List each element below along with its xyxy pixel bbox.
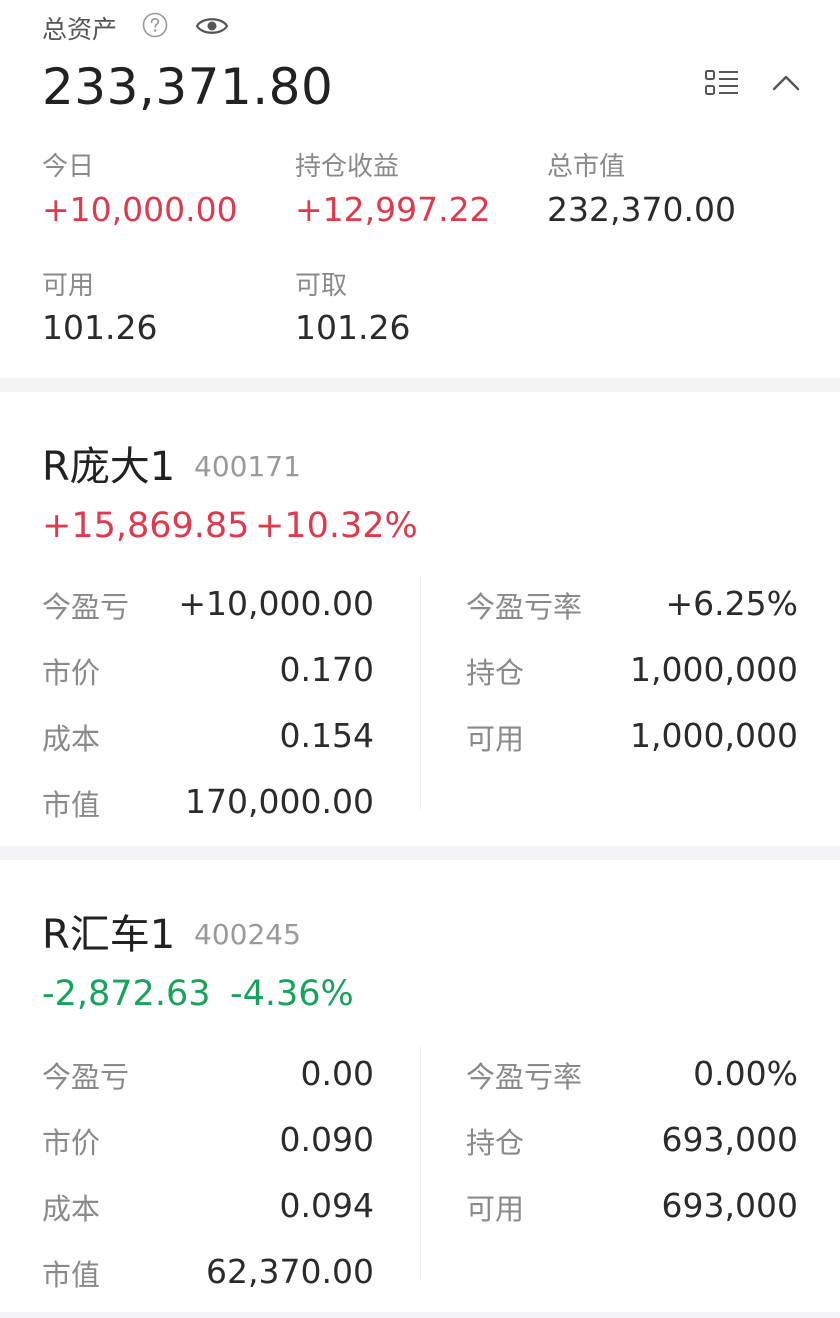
available-qty-label: 可用	[466, 722, 525, 756]
market-value-label: 市值	[42, 1258, 101, 1292]
list-view-icon[interactable]	[704, 68, 740, 98]
asset-summary-panel: 总资产 233,371.80 今日 +10,000.00 持仓收益 +12,99	[0, 0, 840, 378]
price-label: 市价	[42, 656, 101, 690]
change-amount: +15,869.85	[42, 506, 250, 546]
market-value-label: 总市值	[547, 152, 626, 182]
available-qty-label: 可用	[466, 1192, 525, 1226]
today-pl-value: +10,000.00	[178, 584, 374, 623]
price-value: 0.170	[279, 650, 374, 689]
withdrawable-label: 可取	[295, 271, 348, 301]
price-value: 0.090	[279, 1120, 374, 1159]
column-divider	[420, 1046, 421, 1280]
holding-value: 693,000	[661, 1120, 798, 1159]
today-pl-rate-value: +6.25%	[665, 584, 798, 623]
cost-label: 成本	[42, 722, 101, 756]
available-qty-value: 693,000	[661, 1186, 798, 1225]
holding-label: 持仓	[466, 656, 525, 690]
today-pl-label: 今盈亏	[42, 590, 130, 624]
cost-label: 成本	[42, 1192, 101, 1226]
market-value-value: 232,370.00	[547, 190, 736, 229]
cost-value: 0.154	[279, 716, 374, 755]
market-value-value: 170,000.00	[185, 782, 374, 821]
holding-value: 1,000,000	[630, 650, 798, 689]
column-divider	[420, 576, 421, 810]
chevron-up-icon[interactable]	[770, 70, 802, 96]
today-pl-rate-label: 今盈亏率	[466, 1060, 583, 1094]
question-circle-icon[interactable]	[142, 12, 168, 38]
stock-name: R庞大1	[42, 444, 176, 490]
stock-code: 400245	[194, 918, 301, 951]
available-value: 101.26	[42, 308, 158, 347]
today-label: 今日	[42, 152, 95, 182]
total-assets-value: 233,371.80	[42, 58, 334, 116]
eye-icon[interactable]	[195, 12, 229, 40]
today-pl-rate-label: 今盈亏率	[466, 590, 583, 624]
today-value: +10,000.00	[42, 190, 238, 229]
position-card[interactable]: R庞大1 400171 +15,869.85 +10.32% 今盈亏 +10,0…	[0, 392, 840, 846]
available-label: 可用	[42, 271, 95, 301]
withdrawable-value: 101.26	[295, 308, 411, 347]
holding-profit-value: +12,997.22	[295, 190, 491, 229]
market-value-value: 62,370.00	[206, 1252, 374, 1291]
stock-code: 400171	[194, 450, 301, 483]
market-value-label: 市值	[42, 788, 101, 822]
holding-label: 持仓	[466, 1126, 525, 1160]
price-label: 市价	[42, 1126, 101, 1160]
change-percent: +10.32%	[255, 506, 418, 546]
today-pl-rate-value: 0.00%	[693, 1054, 798, 1093]
holding-profit-label: 持仓收益	[295, 152, 400, 182]
change-percent: -4.36%	[230, 974, 354, 1014]
cost-value: 0.094	[279, 1186, 374, 1225]
available-qty-value: 1,000,000	[630, 716, 798, 755]
change-amount: -2,872.63	[42, 974, 211, 1014]
today-pl-value: 0.00	[300, 1054, 374, 1093]
position-card[interactable]: R汇车1 400245 -2,872.63 -4.36% 今盈亏 0.00 今盈…	[0, 860, 840, 1312]
stock-name: R汇车1	[42, 912, 176, 958]
today-pl-label: 今盈亏	[42, 1060, 130, 1094]
total-assets-label: 总资产	[42, 15, 118, 44]
